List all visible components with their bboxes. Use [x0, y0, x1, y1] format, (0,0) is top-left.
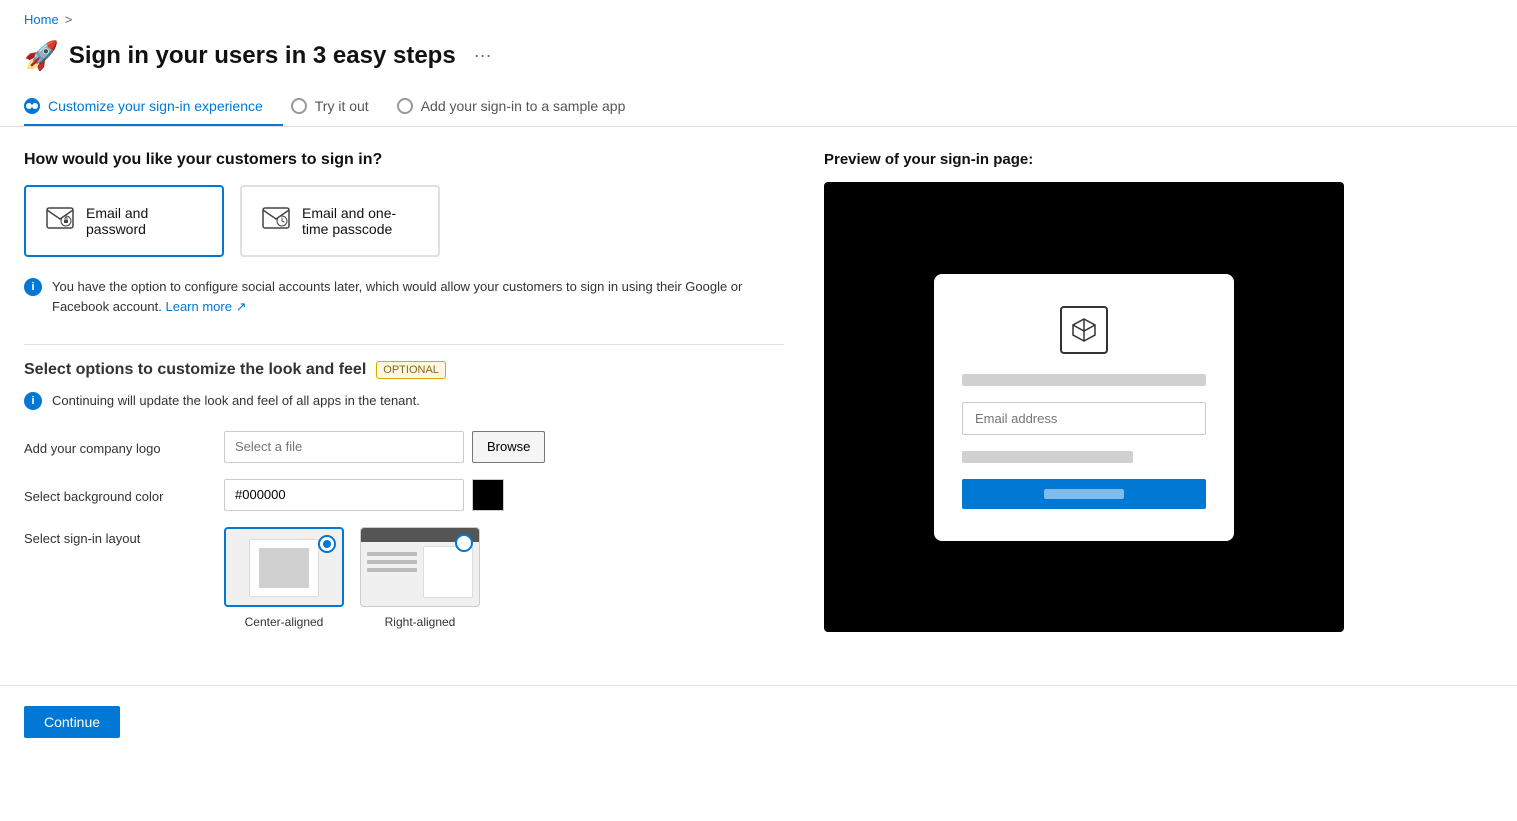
preview-title: Preview of your sign-in page:	[824, 151, 1364, 168]
bg-color-row: Select background color	[24, 479, 784, 511]
sign-in-section-title: How would you like your customers to sig…	[24, 151, 784, 169]
preview-bar-1	[962, 374, 1206, 386]
layout-center-label: Center-aligned	[245, 615, 324, 629]
email-password-label: Email and password	[86, 205, 202, 237]
color-control	[224, 479, 504, 511]
layout-right-preview	[360, 527, 480, 607]
layout-right-lines	[367, 552, 417, 572]
right-panel: Preview of your sign-in page:	[824, 151, 1364, 653]
left-panel: How would you like your customers to sig…	[24, 151, 784, 653]
customize-info: i Continuing will update the look and fe…	[24, 391, 784, 411]
tab-try-label: Try it out	[315, 98, 369, 114]
customize-section: Select options to customize the look and…	[24, 361, 784, 629]
customize-info-text: Continuing will update the look and feel…	[52, 391, 420, 411]
layout-right-label: Right-aligned	[385, 615, 456, 629]
optional-badge: OPTIONAL	[376, 361, 446, 379]
layout-right-inner	[423, 546, 473, 598]
more-options-icon[interactable]: ···	[474, 45, 492, 66]
preview-bar-2	[962, 451, 1133, 463]
info-icon: i	[24, 278, 42, 296]
page-emoji: 🚀	[24, 39, 59, 72]
layout-right-line-2	[367, 560, 417, 564]
customize-info-icon: i	[24, 392, 42, 410]
layout-center[interactable]: Center-aligned	[224, 527, 344, 629]
page-header: 🚀 Sign in your users in 3 easy steps ···	[0, 31, 1517, 88]
layout-options: Center-aligned	[224, 527, 480, 629]
tab-customize-label: Customize your sign-in experience	[48, 98, 263, 114]
preview-sign-in-button	[962, 479, 1206, 509]
breadcrumb: Home >	[0, 0, 1517, 31]
file-input[interactable]	[224, 431, 464, 463]
tab-customize[interactable]: Customize your sign-in experience	[24, 88, 283, 126]
color-swatch[interactable]	[472, 479, 504, 511]
info-text: You have the option to configure social …	[52, 277, 784, 316]
layout-right-radio	[455, 534, 473, 552]
layout-right-line-3	[367, 568, 417, 572]
customize-title-text: Select options to customize the look and…	[24, 361, 366, 379]
logo-label: Add your company logo	[24, 437, 224, 456]
learn-more-link[interactable]: Learn more ↗	[165, 299, 246, 314]
layout-center-box	[259, 548, 309, 588]
tab-add-label: Add your sign-in to a sample app	[421, 98, 626, 114]
page-title: Sign in your users in 3 easy steps	[69, 42, 456, 70]
email-password-icon	[46, 207, 74, 235]
logo-row: Add your company logo Browse	[24, 431, 784, 463]
layout-right[interactable]: Right-aligned	[360, 527, 480, 629]
browse-button[interactable]: Browse	[472, 431, 545, 463]
layout-label: Select sign-in layout	[24, 527, 224, 546]
breadcrumb-separator: >	[65, 12, 73, 27]
sign-in-options: Email and password Email and one-time pa…	[24, 185, 784, 257]
option-email-password[interactable]: Email and password	[24, 185, 224, 257]
logo-control: Browse	[224, 431, 545, 463]
tab-add[interactable]: Add your sign-in to a sample app	[397, 88, 646, 126]
layout-center-inner	[249, 539, 319, 597]
preview-btn-inner	[1044, 489, 1124, 499]
breadcrumb-home[interactable]: Home	[24, 12, 59, 27]
preview-email-input	[962, 402, 1206, 435]
preview-logo-icon	[1060, 306, 1108, 354]
tab-try[interactable]: Try it out	[291, 88, 389, 126]
main-content: How would you like your customers to sig…	[0, 151, 1517, 653]
layout-right-line-1	[367, 552, 417, 556]
tab-bar: Customize your sign-in experience Try it…	[0, 88, 1517, 127]
preview-card	[934, 274, 1234, 541]
color-input[interactable]	[224, 479, 464, 511]
email-passcode-label: Email and one-time passcode	[302, 205, 418, 237]
layout-center-preview	[224, 527, 344, 607]
bg-color-label: Select background color	[24, 485, 224, 504]
option-email-passcode[interactable]: Email and one-time passcode	[240, 185, 440, 257]
tab-try-radio	[291, 98, 307, 114]
footer: Continue	[0, 685, 1517, 758]
email-passcode-icon	[262, 207, 290, 235]
customize-title: Select options to customize the look and…	[24, 361, 784, 379]
preview-frame	[824, 182, 1344, 632]
info-social-accounts: i You have the option to configure socia…	[24, 277, 784, 316]
preview-logo	[962, 306, 1206, 354]
layout-center-radio	[318, 535, 336, 553]
divider	[24, 344, 784, 345]
tab-customize-radio	[24, 98, 40, 114]
tab-add-radio	[397, 98, 413, 114]
continue-button[interactable]: Continue	[24, 706, 120, 738]
layout-row: Select sign-in layout Center-aligned	[24, 527, 784, 629]
